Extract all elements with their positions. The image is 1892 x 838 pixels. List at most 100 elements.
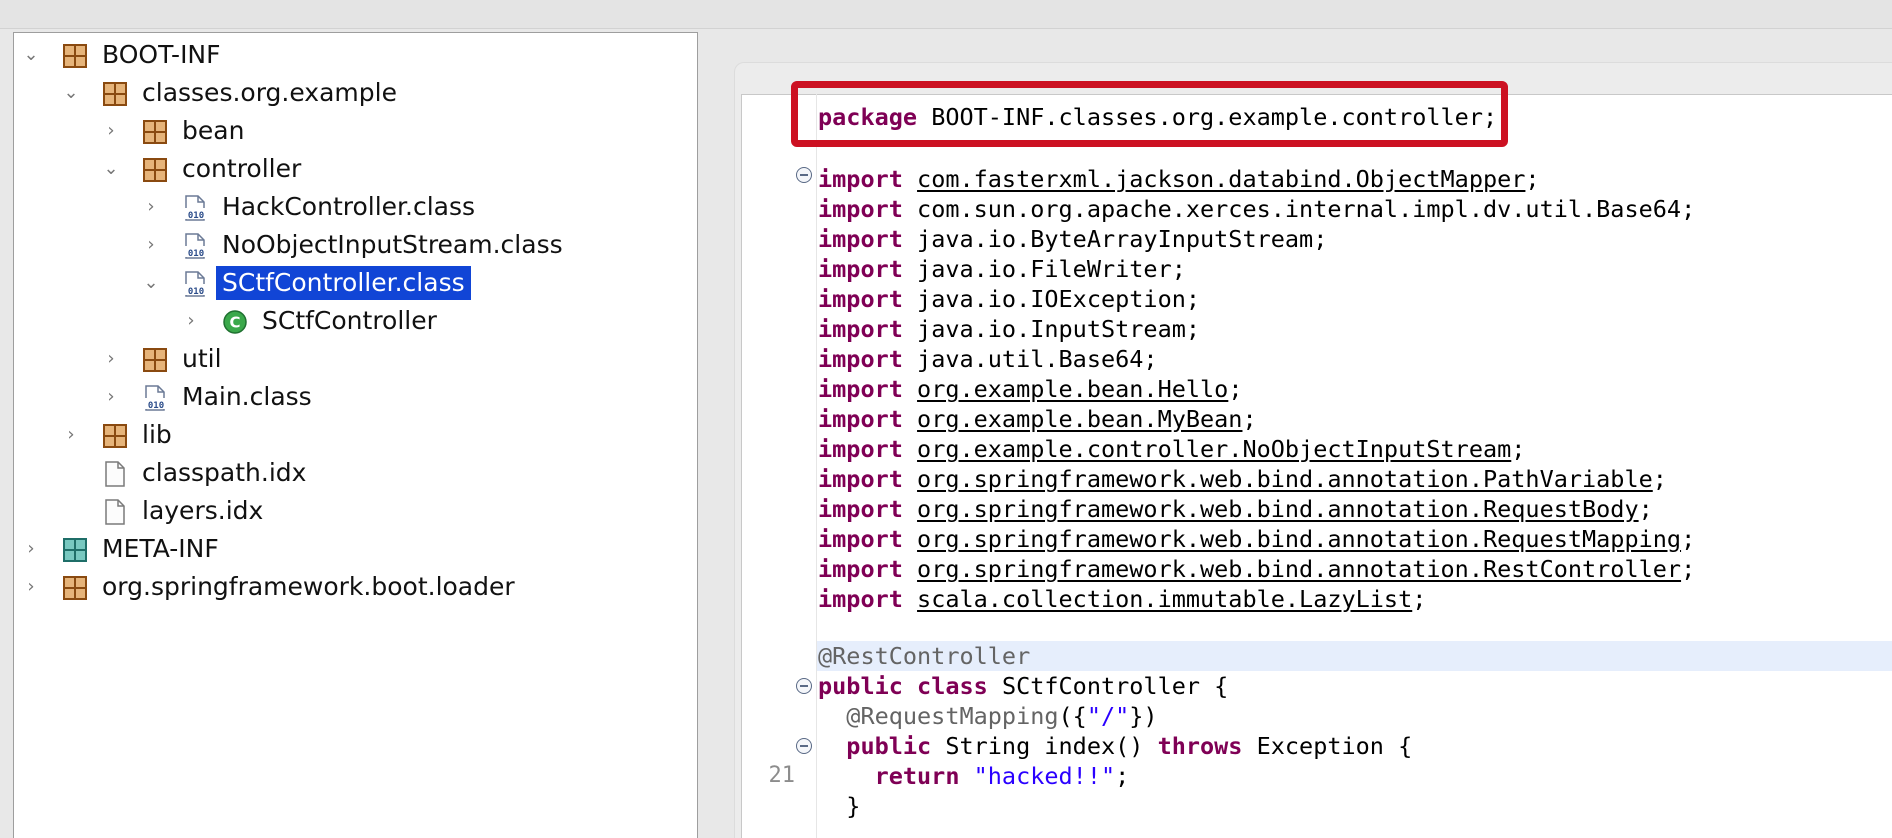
chevron-right-icon[interactable]: › bbox=[22, 538, 40, 560]
code-line-annotation[interactable]: @RestController bbox=[818, 641, 1030, 671]
fold-collapse-icon[interactable] bbox=[796, 678, 812, 694]
code-text: String index() bbox=[931, 732, 1158, 760]
file-icon bbox=[102, 499, 128, 525]
chevron-right-icon[interactable]: › bbox=[62, 424, 80, 446]
package-icon bbox=[142, 119, 168, 145]
code-line-class-decl[interactable]: public class SCtfController { bbox=[818, 671, 1228, 701]
code-line-import[interactable]: import java.util.Base64; bbox=[818, 344, 1158, 374]
code-text: ; bbox=[1242, 405, 1257, 433]
import-link[interactable]: org.springframework.web.bind.annotation.… bbox=[917, 555, 1681, 583]
tree-item-classpath-idx[interactable]: classpath.idx bbox=[14, 454, 697, 492]
code-text: Exception { bbox=[1242, 732, 1413, 760]
code-text: } bbox=[846, 792, 861, 820]
file-icon bbox=[102, 461, 128, 487]
import-name: java.io.ByteArrayInputStream bbox=[917, 225, 1314, 253]
tree-item-meta-inf[interactable]: › META-INF bbox=[14, 530, 697, 568]
chevron-right-icon[interactable]: › bbox=[182, 310, 200, 332]
tree-item-classes-org-example[interactable]: ⌄ classes.org.example bbox=[14, 74, 697, 112]
code-line-close-brace[interactable]: } bbox=[818, 791, 860, 821]
svg-text:C: C bbox=[229, 314, 240, 332]
code-text: ; bbox=[1681, 525, 1696, 553]
chevron-down-icon[interactable]: ⌄ bbox=[22, 44, 40, 66]
import-link[interactable]: org.springframework.web.bind.annotation.… bbox=[917, 495, 1639, 523]
tree-item-label: classpath.idx bbox=[142, 458, 307, 487]
tree-item-lib[interactable]: › lib bbox=[14, 416, 697, 454]
tree-item-controller[interactable]: ⌄ controller bbox=[14, 150, 697, 188]
tree-item-sctfcontroller-class[interactable]: ⌄ 010 SCtfController.class bbox=[14, 264, 697, 302]
class-file-icon: 010 bbox=[182, 195, 208, 221]
code-line-import[interactable]: import org.example.bean.Hello; bbox=[818, 374, 1242, 404]
import-link[interactable]: org.example.bean.MyBean bbox=[917, 405, 1242, 433]
code-line-mapping[interactable]: @RequestMapping({"/"}) bbox=[818, 701, 1158, 731]
import-link[interactable]: org.springframework.web.bind.annotation.… bbox=[917, 525, 1681, 553]
code-line-import[interactable]: import org.springframework.web.bind.anno… bbox=[818, 554, 1695, 584]
package-icon bbox=[62, 43, 88, 69]
keyword: import bbox=[818, 315, 903, 343]
annotation: @RequestMapping bbox=[846, 702, 1059, 730]
code-line-method[interactable]: public String index() throws Exception { bbox=[818, 731, 1412, 761]
tree-item-layers-idx[interactable]: layers.idx bbox=[14, 492, 697, 530]
import-link[interactable]: com.fasterxml.jackson.databind.ObjectMap… bbox=[917, 165, 1525, 193]
tree-item-label-selected: SCtfController.class bbox=[216, 266, 471, 300]
fold-collapse-icon[interactable] bbox=[796, 167, 812, 183]
code-text: ; bbox=[1313, 225, 1328, 253]
keyword: public bbox=[846, 732, 932, 760]
code-line-import[interactable]: import com.fasterxml.jackson.databind.Ob… bbox=[818, 164, 1540, 194]
chevron-right-icon[interactable]: › bbox=[102, 348, 120, 370]
tree-item-util[interactable]: › util bbox=[14, 340, 697, 378]
chevron-down-icon[interactable]: ⌄ bbox=[62, 82, 80, 104]
svg-text:010: 010 bbox=[148, 401, 164, 411]
code-line-import[interactable]: import org.example.controller.NoObjectIn… bbox=[818, 434, 1525, 464]
code-line-import[interactable]: import scala.collection.immutable.LazyLi… bbox=[818, 584, 1426, 614]
class-file-icon: 010 bbox=[182, 233, 208, 259]
code-line-return[interactable]: return "hacked!!"; bbox=[818, 761, 1130, 791]
code-line-import[interactable]: import java.io.IOException; bbox=[818, 284, 1200, 314]
tree-item-boot-inf[interactable]: ⌄ BOOT-INF bbox=[14, 36, 697, 74]
tree-item-label: META-INF bbox=[102, 534, 219, 563]
code-line-import[interactable]: import org.springframework.web.bind.anno… bbox=[818, 464, 1667, 494]
code-text: }) bbox=[1129, 702, 1158, 730]
import-link[interactable]: org.example.controller.NoObjectInputStre… bbox=[917, 435, 1511, 463]
tree-item-label: BOOT-INF bbox=[102, 40, 221, 69]
keyword: import bbox=[818, 555, 903, 583]
tree-item-label: controller bbox=[182, 154, 302, 183]
tree-item-main-class[interactable]: › 010 Main.class bbox=[14, 378, 697, 416]
chevron-right-icon[interactable]: › bbox=[102, 386, 120, 408]
import-link[interactable]: org.example.bean.Hello bbox=[917, 375, 1228, 403]
code-line-import[interactable]: import org.springframework.web.bind.anno… bbox=[818, 524, 1695, 554]
chevron-down-icon[interactable]: ⌄ bbox=[102, 158, 120, 180]
package-explorer-tree: ⌄ BOOT-INF ⌄ classes.org.example › bean … bbox=[13, 32, 698, 838]
keyword: import bbox=[818, 585, 903, 613]
code-line-import[interactable]: import java.io.ByteArrayInputStream; bbox=[818, 224, 1327, 254]
chevron-right-icon[interactable]: › bbox=[22, 576, 40, 598]
tree-item-label: classes.org.example bbox=[142, 78, 397, 107]
import-link[interactable]: org.springframework.web.bind.annotation.… bbox=[917, 465, 1653, 493]
code-line-import[interactable]: import org.springframework.web.bind.anno… bbox=[818, 494, 1653, 524]
code-line-import[interactable]: import org.example.bean.MyBean; bbox=[818, 404, 1257, 434]
chevron-right-icon[interactable]: › bbox=[142, 196, 160, 218]
import-name: com.sun.org.apache.xerces.internal.impl.… bbox=[917, 195, 1682, 223]
code-line-import[interactable]: import java.io.FileWriter; bbox=[818, 254, 1186, 284]
code-text: ; bbox=[1681, 555, 1696, 583]
tree-item-noobjectinputstream-class[interactable]: › 010 NoObjectInputStream.class bbox=[14, 226, 697, 264]
code-text: ; bbox=[1185, 315, 1201, 343]
chevron-down-icon[interactable]: ⌄ bbox=[142, 272, 160, 294]
tree-item-bean[interactable]: › bean bbox=[14, 112, 697, 150]
package-icon bbox=[102, 423, 128, 449]
keyword: public bbox=[818, 672, 903, 700]
keyword: import bbox=[818, 195, 903, 223]
tree-item-sctfcontroller[interactable]: › C SCtfController bbox=[14, 302, 697, 340]
import-name: java.io.InputStream bbox=[917, 315, 1186, 343]
code-line-import[interactable]: import java.io.InputStream; bbox=[818, 314, 1200, 344]
import-link[interactable]: scala.collection.immutable.LazyList bbox=[917, 585, 1412, 613]
keyword: import bbox=[818, 465, 903, 493]
fold-collapse-icon[interactable] bbox=[796, 738, 812, 754]
tree-item-org-springframework-boot-loader[interactable]: › org.springframework.boot.loader bbox=[14, 568, 697, 606]
keyword: import bbox=[818, 165, 903, 193]
editor-gutter-divider bbox=[816, 94, 817, 838]
chevron-right-icon[interactable]: › bbox=[102, 120, 120, 142]
keyword: import bbox=[818, 255, 903, 283]
chevron-right-icon[interactable]: › bbox=[142, 234, 160, 256]
code-line-import[interactable]: import com.sun.org.apache.xerces.interna… bbox=[818, 194, 1695, 224]
tree-item-hackcontroller-class[interactable]: › 010 HackController.class bbox=[14, 188, 697, 226]
